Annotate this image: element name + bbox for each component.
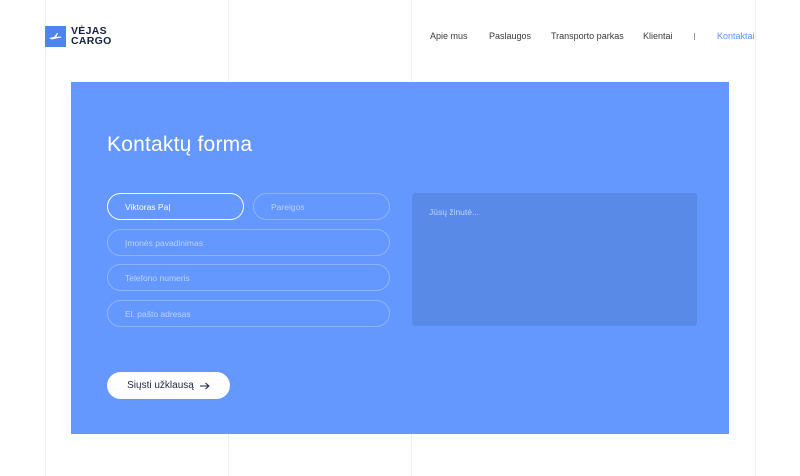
company-input[interactable] xyxy=(107,229,390,256)
nav-item-apie-mus[interactable]: Apie mus xyxy=(430,31,468,41)
grid-line xyxy=(755,0,756,476)
email-input[interactable] xyxy=(107,300,390,327)
arrow-right-icon xyxy=(199,382,210,390)
nav-item-transporto-parkas[interactable]: Transporto parkas xyxy=(551,31,624,41)
grid-line xyxy=(45,0,46,476)
position-input[interactable] xyxy=(253,193,390,220)
phone-input[interactable] xyxy=(107,264,390,291)
site-header: VĖJAS CARGO Apie mus Paslaugos Transport… xyxy=(0,0,800,70)
contact-form-panel: Kontaktų forma Siųsti užklausą xyxy=(71,82,729,434)
submit-button[interactable]: Siųsti užklausą xyxy=(107,372,230,399)
name-input[interactable] xyxy=(107,193,244,220)
nav-item-klientai[interactable]: Klientai xyxy=(643,31,673,41)
nav-item-paslaugos[interactable]: Paslaugos xyxy=(489,31,531,41)
main-nav: Apie mus Paslaugos Transporto parkas Kli… xyxy=(0,31,800,45)
submit-label: Siųsti užklausą xyxy=(127,380,194,391)
form-title: Kontaktų forma xyxy=(107,133,253,157)
nav-divider xyxy=(694,33,695,40)
nav-item-kontaktai[interactable]: Kontaktai xyxy=(717,31,755,41)
message-textarea[interactable] xyxy=(412,193,697,326)
